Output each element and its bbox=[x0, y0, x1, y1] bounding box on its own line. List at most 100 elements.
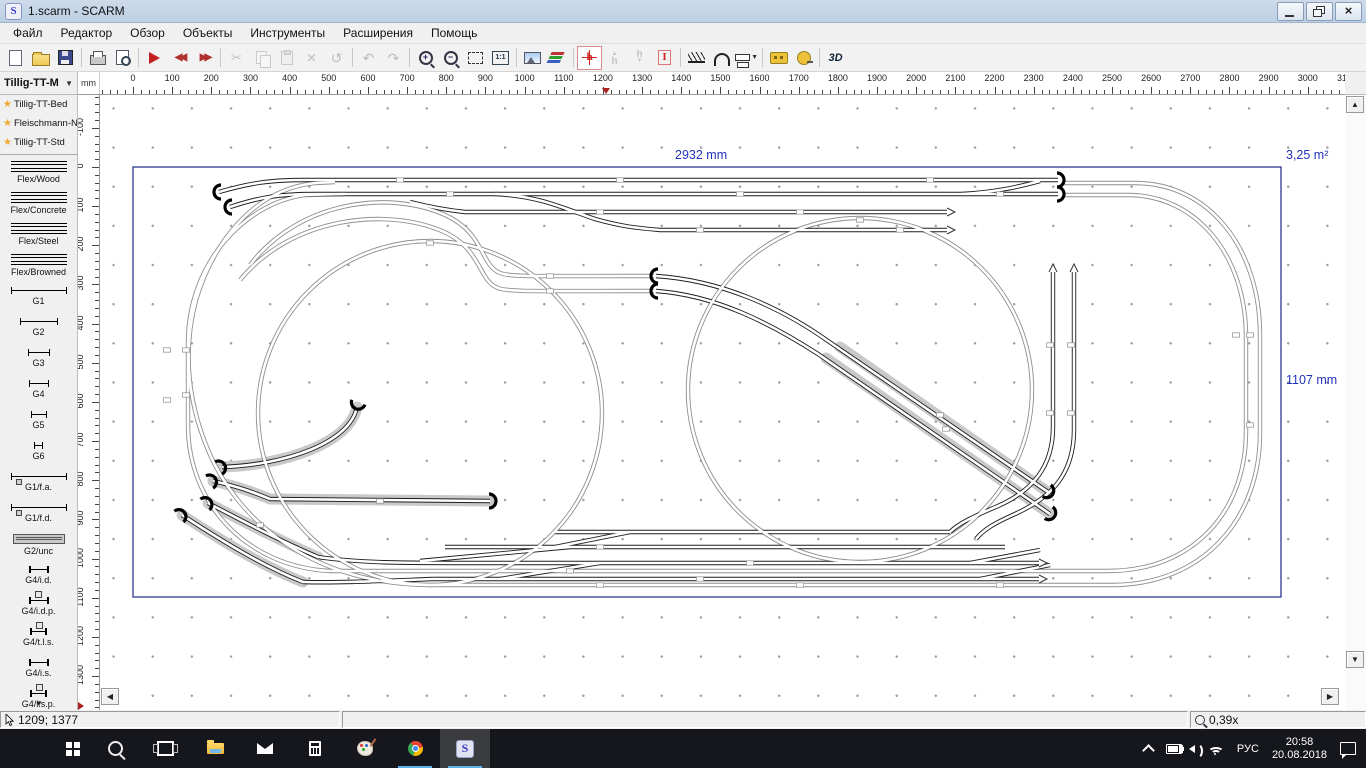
heights-show-button[interactable]: h bbox=[577, 46, 602, 70]
taskbar-task-view-button[interactable] bbox=[140, 729, 190, 768]
taskbar-paint-button[interactable] bbox=[340, 729, 390, 768]
menu-расширения[interactable]: Расширения bbox=[334, 24, 422, 42]
tray-expand-icon[interactable] bbox=[1142, 744, 1155, 757]
star-icon: ★ bbox=[3, 137, 12, 148]
zoom-in-button[interactable]: + bbox=[413, 46, 438, 70]
new-file-button[interactable] bbox=[3, 46, 28, 70]
tunnel-button[interactable] bbox=[709, 46, 734, 70]
view-3d-button[interactable]: 3D bbox=[823, 46, 848, 70]
part-g5[interactable]: G5 bbox=[0, 405, 77, 436]
part-g1-f-a-[interactable]: G1/f.a. bbox=[0, 467, 77, 498]
track-lines bbox=[182, 180, 1260, 585]
part-flex-wood[interactable]: Flex/Wood bbox=[0, 157, 77, 188]
track-part-label: G1 bbox=[32, 296, 44, 306]
next-part-button[interactable]: ▶▶ bbox=[192, 46, 217, 70]
scroll-left-button[interactable]: ◀ bbox=[101, 688, 119, 705]
menu-инструменты[interactable]: Инструменты bbox=[241, 24, 334, 42]
part-flex-browned[interactable]: Flex/Browned bbox=[0, 250, 77, 281]
sidebar-scroll-down[interactable]: ▼ bbox=[0, 699, 78, 708]
menu-обзор[interactable]: Обзор bbox=[121, 24, 174, 42]
track-library-name: Tillig-TT-M bbox=[4, 77, 65, 89]
bridge-button[interactable] bbox=[684, 46, 709, 70]
zoom-fit-icon bbox=[468, 52, 483, 64]
print-button[interactable] bbox=[85, 46, 110, 70]
zoom-fit-button[interactable] bbox=[463, 46, 488, 70]
save-file-icon bbox=[58, 50, 73, 65]
track-library-selector[interactable]: Tillig-TT-M ▼ bbox=[0, 72, 78, 95]
height-label-button[interactable]: I bbox=[652, 46, 677, 70]
toolbar-separator bbox=[409, 48, 410, 67]
part-flex-steel[interactable]: Flex/Steel bbox=[0, 219, 77, 250]
part-g4-t-l-s-[interactable]: G4/t.l.s. bbox=[0, 622, 77, 653]
taskbar-chrome-button[interactable] bbox=[390, 729, 440, 768]
save-file-button[interactable] bbox=[53, 46, 78, 70]
part-g6[interactable]: G6 bbox=[0, 436, 77, 467]
background-image-button[interactable] bbox=[520, 46, 545, 70]
print-preview-button[interactable] bbox=[110, 46, 135, 70]
background-image-icon bbox=[524, 52, 541, 64]
scroll-right-button[interactable]: ▶ bbox=[1321, 688, 1339, 705]
open-file-button[interactable] bbox=[28, 46, 53, 70]
part-g1-f-d-[interactable]: G1/f.d. bbox=[0, 498, 77, 529]
copy-icon bbox=[256, 51, 267, 64]
select-pointer-icon bbox=[149, 52, 160, 64]
part-g4-i-d-p-[interactable]: G4/i.d.p. bbox=[0, 591, 77, 622]
part-g2-unc[interactable]: G2/unc bbox=[0, 529, 77, 560]
zoom-out-icon: − bbox=[444, 51, 458, 65]
rolling-stock-button[interactable] bbox=[766, 46, 791, 70]
menu-редактор[interactable]: Редактор bbox=[52, 24, 122, 42]
measure-button[interactable] bbox=[791, 46, 816, 70]
favorite-library-tillig-tt-bed[interactable]: ★Tillig-TT-Bed bbox=[0, 95, 77, 114]
part-g4-i-d-[interactable]: G4/i.d. bbox=[0, 560, 77, 591]
rolling-stock-icon bbox=[770, 52, 788, 64]
layers-button[interactable] bbox=[545, 46, 570, 70]
taskbar-calculator-button[interactable] bbox=[290, 729, 340, 768]
zoom-1-1-button[interactable]: 1:1 bbox=[488, 46, 513, 70]
prev-part-button[interactable]: ◀◀ bbox=[167, 46, 192, 70]
taskbar-explorer-button[interactable] bbox=[190, 729, 240, 768]
part-g4[interactable]: G4 bbox=[0, 374, 77, 405]
vertical-scrollbar[interactable]: ▲ ▼ bbox=[1345, 95, 1366, 710]
board-height-dimension: 1107 mm bbox=[1286, 373, 1337, 387]
next-part-icon: ▶▶ bbox=[200, 53, 209, 63]
mail-icon bbox=[257, 743, 273, 754]
track-part-icon bbox=[11, 192, 67, 203]
part-g1[interactable]: G1 bbox=[0, 281, 77, 312]
taskbar-mail-button[interactable] bbox=[240, 729, 290, 768]
track-part-icon bbox=[11, 504, 67, 511]
toolbar: ◀◀▶▶✂✕↺↶↷+−1:1hhhI▼3D bbox=[0, 44, 1366, 72]
select-pointer-button[interactable] bbox=[142, 46, 167, 70]
part-g4-i-s-[interactable]: G4/i.s. bbox=[0, 653, 77, 684]
restore-button[interactable] bbox=[1306, 2, 1333, 21]
horizontal-ruler: 0100200300400500600700800900100011001200… bbox=[100, 72, 1345, 95]
toolbar-separator bbox=[138, 48, 139, 67]
action-center-icon[interactable] bbox=[1340, 742, 1356, 755]
scroll-down-button[interactable]: ▼ bbox=[1346, 651, 1364, 668]
taskbar-search-button[interactable] bbox=[90, 729, 140, 768]
part-g3[interactable]: G3 bbox=[0, 343, 77, 374]
window-title: 1.scarm - SCARM bbox=[28, 4, 125, 18]
layout-canvas[interactable]: 2932 mm 3,25 m² 1107 mm ◀ ▶ bbox=[100, 95, 1345, 710]
taskbar-scarm-button[interactable]: S bbox=[440, 729, 490, 768]
menu-объекты[interactable]: Объекты bbox=[174, 24, 242, 42]
part-g2[interactable]: G2 bbox=[0, 312, 77, 343]
favorite-library-tillig-tt-std[interactable]: ★Tillig-TT-Std bbox=[0, 133, 77, 152]
taskbar-start-button[interactable] bbox=[40, 729, 90, 768]
wifi-icon[interactable] bbox=[1208, 747, 1224, 757]
track-part-icon bbox=[30, 690, 47, 697]
zoom-out-button[interactable]: − bbox=[438, 46, 463, 70]
menu-файл[interactable]: Файл bbox=[4, 24, 52, 42]
menu-помощь[interactable]: Помощь bbox=[422, 24, 486, 42]
language-indicator[interactable]: РУС bbox=[1237, 743, 1259, 755]
minimize-button[interactable] bbox=[1277, 2, 1304, 21]
close-button[interactable]: × bbox=[1335, 2, 1362, 21]
baseboard-button[interactable]: ▼ bbox=[734, 46, 759, 70]
volume-icon[interactable] bbox=[1189, 745, 1195, 753]
clock[interactable]: 20:58 20.08.2018 bbox=[1272, 736, 1327, 762]
height-label-icon: I bbox=[658, 50, 670, 65]
favorite-library-fleischmann-n[interactable]: ★Fleischmann-N bbox=[0, 114, 77, 133]
track-part-icon bbox=[11, 287, 67, 294]
scroll-up-button[interactable]: ▲ bbox=[1346, 96, 1364, 113]
part-flex-concrete[interactable]: Flex/Concrete bbox=[0, 188, 77, 219]
star-icon: ★ bbox=[3, 99, 12, 110]
